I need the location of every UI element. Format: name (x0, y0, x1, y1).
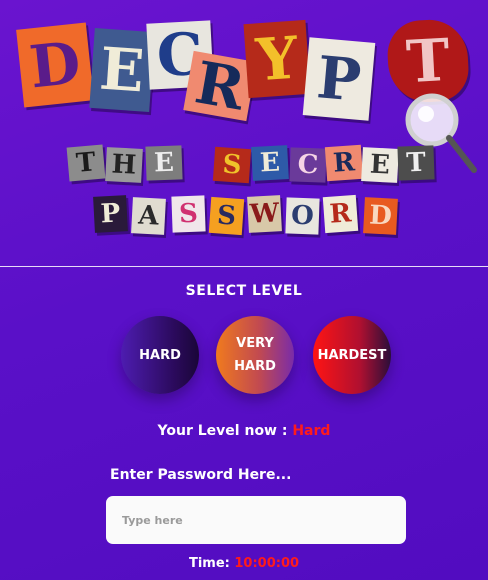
hard-level-label: HARD (139, 347, 181, 363)
logo-tile-e: E (89, 28, 155, 112)
logo-tile-p: P (302, 37, 376, 121)
very-hard-label-line2: HARD (234, 359, 276, 374)
header-divider (0, 266, 488, 267)
password-label: Enter Password Here... (110, 467, 292, 483)
subtitle-tile: C (289, 147, 327, 183)
subtitle-tile: O (285, 197, 320, 235)
logo-tile-d: D (16, 22, 94, 108)
hard-level-button[interactable]: HARD (121, 316, 199, 394)
timer-value: 10:00:00 (234, 556, 300, 571)
subtitle-tile: A (131, 197, 166, 235)
subtitle-tile: T (66, 144, 106, 182)
subtitle-tile: R (322, 194, 359, 234)
subtitle-tile: R (324, 144, 364, 182)
select-level-title: SELECT LEVEL (185, 283, 303, 299)
hardest-level-button[interactable]: HARDEST (313, 316, 391, 394)
subtitle-tile: W (247, 195, 282, 233)
current-level-label: Your Level now : (157, 423, 288, 439)
game-logo: D E C R Y P T T H E S E C R E T P A S S … (0, 0, 488, 266)
subtitle-tile: T (397, 145, 435, 181)
subtitle-tile: S (212, 146, 252, 184)
timer: Time: 10:00:00 (0, 556, 488, 571)
subtitle-tile: E (145, 145, 183, 181)
current-level-value: Hard (292, 423, 331, 439)
current-level-status: Your Level now : Hard (0, 423, 488, 439)
subtitle-tile: D (363, 197, 398, 235)
timer-label: Time: (188, 556, 230, 571)
password-input[interactable] (106, 496, 406, 544)
subtitle-tile: E (251, 145, 289, 181)
very-hard-level-button[interactable]: VERY HARD (216, 316, 294, 394)
hardest-level-label: HARDEST (317, 347, 387, 363)
subtitle-tile: S (171, 195, 206, 233)
subtitle-tile: H (105, 147, 143, 183)
logo-tile-y: Y (243, 19, 311, 99)
subtitle-tile: S (208, 196, 245, 236)
very-hard-level-label: VERY HARD (234, 332, 276, 378)
subtitle-tile: P (93, 195, 128, 233)
very-hard-label-line1: VERY (236, 336, 274, 351)
subtitle-tile: E (361, 147, 399, 183)
